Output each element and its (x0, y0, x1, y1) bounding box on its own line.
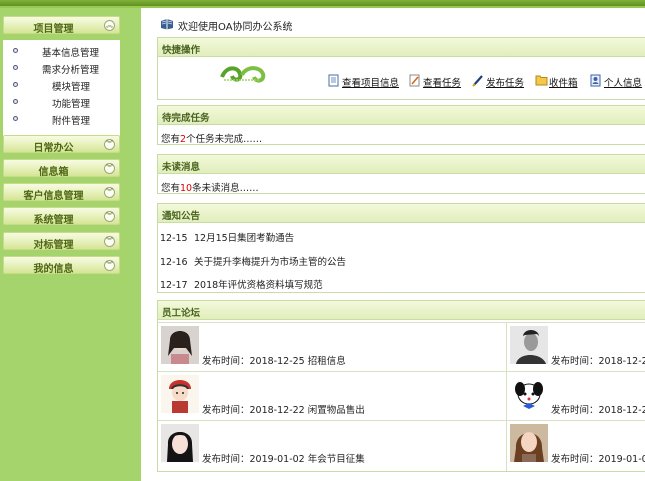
forum-post[interactable]: 发布时间：2018-12-22 闲置物品售出 (158, 371, 506, 420)
link-label: 收件箱 (549, 78, 578, 89)
pen-icon (472, 74, 484, 90)
forum-post[interactable]: 发布时间：2019-01-02 年会节目征集 (158, 420, 506, 469)
avatar (161, 375, 199, 413)
top-bar (0, 0, 645, 8)
expand-chevron-icon: ︾ (104, 163, 115, 174)
panel-header: 通知公告 (158, 204, 645, 223)
contact-card-icon (590, 74, 601, 90)
submenu-label: 附件管理 (52, 116, 91, 127)
menu-label: 日常办公 (33, 143, 74, 154)
menu-project-mgmt[interactable]: 项目管理 ︽ (3, 16, 120, 35)
menu-daily-office[interactable]: 日常办公 ︾ (3, 135, 120, 154)
avatar (161, 424, 199, 462)
notice-date: 12-15 (160, 233, 188, 244)
post-text: 发布时间：2018-12-25 招租信息 (202, 356, 346, 367)
bullet-icon (13, 99, 18, 104)
sidebar: 项目管理 ︽ 基本信息管理 需求分析管理 模块管理 功能管理 附件管理 日常办公… (0, 8, 141, 481)
submenu-basic-info[interactable]: 基本信息管理 (3, 43, 120, 59)
menu-label: 我的信息 (33, 264, 74, 275)
notice-date: 12-17 (160, 280, 188, 291)
forum-post[interactable]: 发布时间：2018-12-2 (507, 371, 645, 420)
link-label: 查看项目信息 (342, 78, 400, 89)
post-text: 发布时间：2018-12-22 闲置物品售出 (202, 405, 365, 416)
submenu-label: 需求分析管理 (42, 65, 100, 76)
panel-header: 员工论坛 (158, 301, 645, 320)
pending-prefix: 您有 (161, 134, 181, 145)
panel-title: 员工论坛 (162, 308, 201, 319)
post-text: 发布时间：2018-12-2 (551, 356, 645, 367)
folder-icon (535, 74, 548, 89)
notice-text: 2018年评优资格资料填写规范 (194, 280, 323, 291)
panel-title: 快捷操作 (162, 45, 201, 56)
forum-post[interactable]: 发布时间：2018-12-2 (507, 322, 645, 371)
bullet-icon (13, 82, 18, 87)
bullet-icon (13, 48, 18, 53)
submenu-modules[interactable]: 模块管理 (3, 77, 120, 93)
document-icon (328, 74, 340, 90)
expand-chevron-icon: ︾ (104, 260, 115, 271)
link-label: 个人信息 (604, 78, 643, 89)
bullet-icon (13, 65, 18, 70)
submenu-requirements[interactable]: 需求分析管理 (3, 60, 120, 76)
avatar (510, 375, 548, 413)
link-label: 发布任务 (486, 78, 525, 89)
notice-text: 关于提升李梅提升为市场主管的公告 (194, 257, 347, 268)
expand-chevron-icon: ︾ (104, 236, 115, 247)
menu-my-info[interactable]: 我的信息 ︾ (3, 256, 120, 275)
menu-label: 系统管理 (33, 215, 74, 226)
notice-text: 12月15日集团考勤通告 (194, 233, 295, 244)
panel-title: 未读消息 (162, 162, 201, 173)
post-text: 发布时间：2019-01-0 (551, 454, 645, 465)
menu-benchmark[interactable]: 对标管理 ︾ (3, 232, 120, 251)
pending-suffix: 个任务未完成…… (186, 134, 263, 145)
submenu-label: 基本信息管理 (42, 48, 100, 59)
avatar (510, 424, 548, 462)
panel-title: 待完成任务 (162, 113, 210, 124)
notice-item[interactable]: 12-15 12月15日集团考勤通告 (160, 230, 294, 244)
collapse-chevron-icon: ︽ (104, 20, 115, 31)
menu-label: 项目管理 (33, 24, 74, 35)
green-swirl-logo (220, 64, 266, 89)
submenu-label: 模块管理 (52, 82, 91, 93)
expand-chevron-icon: ︾ (104, 211, 115, 222)
avatar (161, 326, 199, 364)
avatar (510, 326, 548, 364)
panel-title: 通知公告 (162, 211, 201, 222)
panel-header: 快捷操作 (158, 38, 645, 57)
forum-post[interactable]: 发布时间：2019-01-0 (507, 420, 645, 469)
unread-suffix: 条未读消息…… (192, 183, 259, 194)
bullet-icon (13, 116, 18, 121)
menu-label: 信息箱 (38, 167, 69, 178)
unread-messages-panel: 未读消息 您有10条未读消息…… (157, 154, 645, 194)
link-label: 查看任务 (423, 78, 462, 89)
expand-chevron-icon: ︾ (104, 139, 115, 150)
pending-tasks-panel: 待完成任务 您有2个任务未完成…… (157, 105, 645, 145)
notice-date: 12-16 (160, 257, 188, 268)
post-text: 发布时间：2019-01-02 年会节目征集 (202, 454, 365, 465)
welcome-text: 欢迎使用OA协同办公系统 (178, 22, 293, 33)
expand-chevron-icon: ︾ (104, 187, 115, 198)
pending-tasks-message[interactable]: 您有2个任务未完成…… (161, 131, 262, 145)
menu-message-box[interactable]: 信息箱 ︾ (3, 159, 120, 178)
menu-label: 客户信息管理 (23, 191, 84, 202)
book-icon (160, 18, 174, 33)
menu-label: 对标管理 (33, 240, 74, 251)
menu-system-mgmt[interactable]: 系统管理 ︾ (3, 207, 120, 226)
post-text: 发布时间：2018-12-2 (551, 405, 645, 416)
submenu-attachments[interactable]: 附件管理 (3, 111, 120, 127)
unread-prefix: 您有 (161, 183, 181, 194)
unread-messages-message[interactable]: 您有10条未读消息…… (161, 180, 259, 194)
menu-customer-info[interactable]: 客户信息管理 ︾ (3, 183, 120, 202)
notice-item[interactable]: 12-17 2018年评优资格资料填写规范 (160, 277, 323, 291)
submenu-functions[interactable]: 功能管理 (3, 94, 120, 110)
unread-count: 10 (180, 183, 193, 194)
panel-header: 待完成任务 (158, 106, 645, 125)
edit-icon (409, 74, 421, 90)
panel-header: 未读消息 (158, 155, 645, 174)
forum-post[interactable]: 发布时间：2018-12-25 招租信息 (158, 322, 506, 371)
submenu-label: 功能管理 (52, 99, 91, 110)
project-submenu: 基本信息管理 需求分析管理 模块管理 功能管理 附件管理 (3, 40, 120, 137)
notice-item[interactable]: 12-16 关于提升李梅提升为市场主管的公告 (160, 254, 346, 268)
